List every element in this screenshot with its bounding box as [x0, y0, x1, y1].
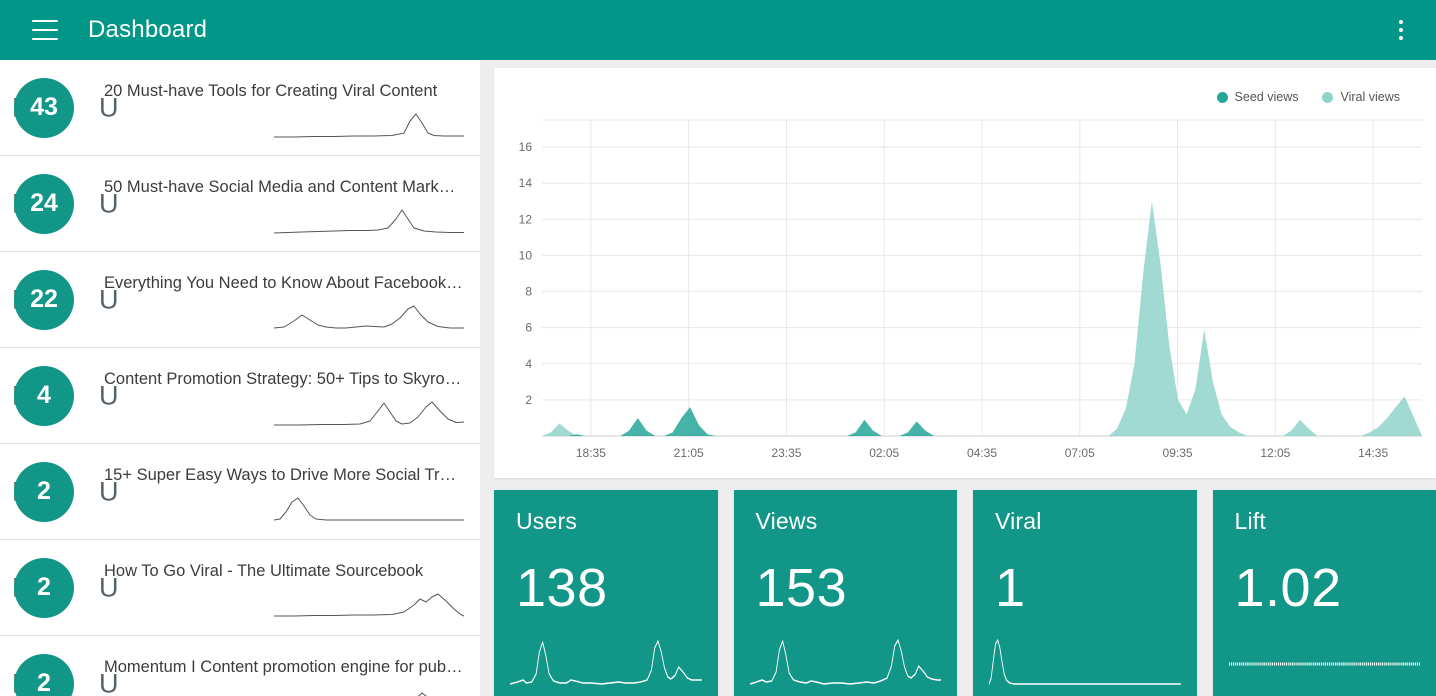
- list-item-body: Momentum I Content promotion engine for …: [104, 636, 464, 696]
- metric-cards-row: Users 138 Views 153 Viral 1 Lift 1.02: [494, 490, 1436, 696]
- list-item-title: Momentum I Content promotion engine for …: [104, 657, 464, 676]
- list-item-title: Everything You Need to Know About Facebo…: [104, 273, 464, 292]
- svg-text:4: 4: [525, 357, 532, 371]
- svg-text:18:35: 18:35: [576, 446, 606, 460]
- list-item-count-badge: 43: [14, 77, 74, 138]
- svg-text:12: 12: [519, 212, 533, 226]
- content-list-panel[interactable]: N U 43 20 Must-have Tools for Creating Vir…: [0, 60, 480, 696]
- list-item-body: 20 Must-have Tools for Creating Viral Co…: [104, 60, 464, 155]
- more-vertical-icon[interactable]: [1388, 17, 1414, 43]
- right-column: Seed views Viral views 2 4 6 8 10 12 14 16 18:35…: [480, 60, 1436, 696]
- list-item-sparkline: [104, 111, 464, 141]
- list-item-sparkline: [104, 687, 464, 696]
- metric-card[interactable]: Viral 1: [973, 490, 1197, 696]
- list-item-sparkline: [104, 591, 464, 621]
- svg-text:8: 8: [525, 285, 532, 299]
- list-item-sparkline: [104, 495, 464, 525]
- svg-text:09:35: 09:35: [1163, 446, 1193, 460]
- metric-card-sparkline: [1228, 634, 1420, 690]
- list-item-count-badge: 2: [14, 653, 74, 696]
- list-item[interactable]: N U 2 Momentum I Content promotion engine …: [0, 636, 480, 696]
- list-item[interactable]: N U 2 How To Go Viral - The Ultimate Sourc…: [0, 540, 480, 636]
- list-item-badge-wrap: N U4: [12, 365, 119, 426]
- list-item-count-badge: 22: [14, 269, 74, 330]
- list-item-badge-wrap: N U 24: [12, 173, 119, 234]
- list-item-title: 15+ Super Easy Ways to Drive More Social…: [104, 465, 464, 484]
- metric-card-label: Views: [755, 508, 818, 534]
- svg-text:6: 6: [525, 321, 532, 335]
- list-item-body: Content Promotion Strategy: 50+ Tips to …: [104, 348, 464, 443]
- list-item-sparkline: [104, 399, 464, 429]
- metric-card-label: Viral: [995, 508, 1042, 534]
- list-item-title: How To Go Viral - The Ultimate Sourceboo…: [104, 561, 424, 580]
- list-item-title: 50 Must-have Social Media and Content Ma…: [104, 177, 464, 196]
- metric-card-sparkline: [749, 634, 941, 690]
- svg-text:07:05: 07:05: [1065, 446, 1095, 460]
- metric-card-sparkline: [510, 634, 702, 690]
- metric-card-value: 1.02: [1234, 558, 1342, 618]
- svg-text:14:35: 14:35: [1358, 446, 1388, 460]
- list-item-sparkline: [104, 303, 464, 333]
- svg-text:16: 16: [519, 140, 533, 154]
- list-item-body: 50 Must-have Social Media and Content Ma…: [104, 156, 464, 251]
- metric-card-sparkline: [989, 634, 1181, 690]
- list-item-badge-wrap: N U2: [12, 461, 119, 522]
- list-item-body: How To Go Viral - The Ultimate Sourceboo…: [104, 540, 464, 635]
- list-item-badge-wrap: N U2: [12, 653, 119, 696]
- list-item[interactable]: N U 22 Everything You Need to Know About F…: [0, 252, 480, 348]
- list-item-body: 15+ Super Easy Ways to Drive More Social…: [104, 444, 464, 539]
- views-chart-card: Seed views Viral views 2 4 6 8 10 12 14 16 18:35…: [494, 68, 1436, 478]
- list-item[interactable]: N U 43 20 Must-have Tools for Creating Vir…: [0, 60, 480, 156]
- svg-text:2: 2: [525, 393, 532, 407]
- list-item[interactable]: N U 24 50 Must-have Social Media and Conte…: [0, 156, 480, 252]
- metric-card-label: Users: [516, 508, 578, 534]
- chart-plot-area[interactable]: 2 4 6 8 10 12 14 16 18:35 21:05 23:35 02:05 04:35 07:…: [494, 68, 1436, 478]
- list-item-count-badge: 2: [14, 461, 74, 522]
- list-item-count-badge: 24: [14, 173, 74, 234]
- list-item[interactable]: N U 2 15+ Super Easy Ways to Drive More So…: [0, 444, 480, 540]
- metric-card-label: Lift: [1234, 508, 1266, 534]
- list-item-body: Everything You Need to Know About Facebo…: [104, 252, 464, 347]
- list-item-title: 20 Must-have Tools for Creating Viral Co…: [104, 81, 438, 100]
- svg-text:14: 14: [519, 176, 533, 190]
- list-item-sparkline: [104, 207, 464, 237]
- svg-text:21:05: 21:05: [674, 446, 704, 460]
- page-title: Dashboard: [88, 16, 208, 43]
- list-item-count-badge: 4: [14, 365, 74, 426]
- svg-text:23:35: 23:35: [771, 446, 801, 460]
- metric-card-value: 153: [755, 558, 848, 618]
- metric-card[interactable]: Lift 1.02: [1212, 490, 1436, 696]
- metric-card[interactable]: Views 153: [733, 490, 957, 696]
- list-item[interactable]: N U 4 Content Promotion Strategy: 50+ Tips…: [0, 348, 480, 444]
- svg-text:04:35: 04:35: [967, 446, 997, 460]
- metric-card-value: 138: [516, 558, 608, 618]
- list-item-badge-wrap: N U 43: [12, 77, 119, 138]
- metric-card-value: 1: [995, 558, 1026, 618]
- list-item-badge-wrap: N U2: [12, 557, 119, 618]
- hamburger-menu-icon[interactable]: [32, 20, 58, 40]
- svg-text:02:05: 02:05: [869, 446, 899, 460]
- metric-card[interactable]: Users 138: [494, 490, 718, 696]
- svg-text:10: 10: [519, 248, 533, 262]
- svg-text:12:05: 12:05: [1260, 446, 1290, 460]
- main-content: N U 43 20 Must-have Tools for Creating Vir…: [0, 60, 1436, 696]
- list-item-badge-wrap: N U 22: [12, 269, 119, 330]
- list-item-count-badge: 2: [14, 557, 74, 618]
- app-bar: Dashboard: [0, 0, 1436, 60]
- list-item-title: Content Promotion Strategy: 50+ Tips to …: [104, 369, 464, 388]
